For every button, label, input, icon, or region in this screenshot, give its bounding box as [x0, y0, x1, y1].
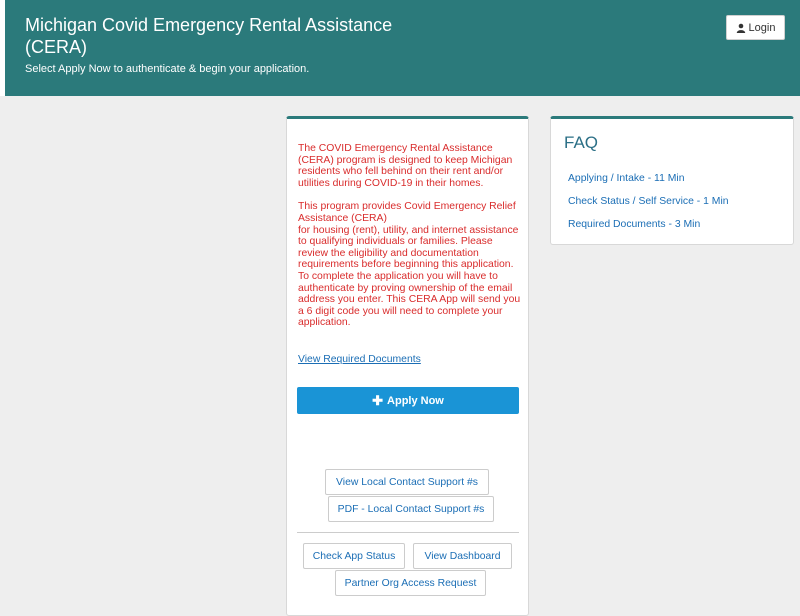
login-button[interactable]: Login [726, 15, 785, 40]
check-app-status-button[interactable]: Check App Status [303, 543, 405, 569]
view-local-contact-button[interactable]: View Local Contact Support #s [325, 469, 489, 495]
faq-title: FAQ [564, 133, 599, 152]
application-card: The COVID Emergency Rental Assistance (C… [286, 116, 529, 616]
login-label: Login [748, 21, 776, 34]
view-required-documents-link[interactable]: View Required Documents [298, 354, 421, 365]
faq-item-applying[interactable]: Applying / Intake - 11 Min [568, 173, 684, 184]
divider [297, 532, 519, 533]
faq-item-check-status[interactable]: Check Status / Self Service - 1 Min [568, 196, 729, 207]
user-icon [736, 23, 745, 33]
intro-paragraph-2-line-2: for housing (rent), utility, and interne… [298, 224, 521, 329]
faq-card: FAQ Applying / Intake - 11 Min Check Sta… [550, 116, 794, 245]
plus-icon: ✚ [372, 392, 384, 408]
pdf-local-contact-button[interactable]: PDF - Local Contact Support #s [328, 496, 494, 522]
intro-paragraph-2: This program provides Covid Emergency Re… [298, 201, 522, 329]
partner-org-access-button[interactable]: Partner Org Access Request [335, 570, 486, 596]
view-dashboard-button[interactable]: View Dashboard [413, 543, 512, 569]
intro-paragraph-2-line-1: This program provides Covid Emergency Re… [298, 201, 516, 224]
faq-item-required-documents[interactable]: Required Documents - 3 Min [568, 219, 700, 230]
program-description: The COVID Emergency Rental Assistance (C… [298, 143, 522, 341]
app-subtitle: Select Apply Now to authenticate & begin… [25, 63, 310, 75]
app-header: Michigan Covid Emergency Rental Assistan… [0, 0, 800, 96]
apply-now-button[interactable]: ✚ Apply Now [297, 387, 519, 414]
intro-paragraph-1: The COVID Emergency Rental Assistance (C… [298, 143, 513, 189]
apply-now-label: Apply Now [387, 394, 444, 407]
app-title: Michigan Covid Emergency Rental Assistan… [25, 15, 393, 57]
